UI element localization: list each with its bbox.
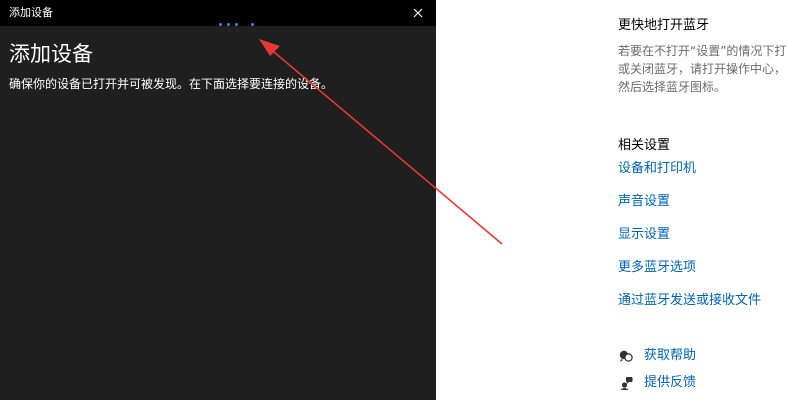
get-help-label: 获取帮助 <box>644 348 697 363</box>
bluetooth-file-transfer-link[interactable]: 通过蓝牙发送或接收文件 <box>618 292 761 310</box>
help-text-line: 或关闭蓝牙，请打开操作中心， <box>618 62 787 76</box>
sound-settings-link[interactable]: 声音设置 <box>618 193 670 211</box>
devices-and-printers-link[interactable]: 设备和打印机 <box>618 160 696 178</box>
close-icon <box>413 8 423 18</box>
dialog-description: 确保你的设备已打开并可被发现。在下面选择要连接的设备。 <box>9 77 334 91</box>
give-feedback-link[interactable]: 提供反馈 <box>618 374 696 392</box>
bluetooth-settings-sidebar: 更快地打开蓝牙 若要在不打开“设置”的情况下打 或关闭蓝牙，请打开操作中心， 然… <box>436 0 787 400</box>
more-bluetooth-options-link[interactable]: 更多蓝牙选项 <box>618 259 696 277</box>
loading-dot <box>251 23 254 26</box>
add-device-dialog: 添加设备 添加设备 确保你的设备已打开并可被发现。在下面选择要连接的设备。 <box>0 0 436 400</box>
give-feedback-label: 提供反馈 <box>644 375 697 390</box>
quick-bluetooth-help-text: 若要在不打开“设置”的情况下打 或关闭蓝牙，请打开操作中心， 然后选择蓝牙图标。 <box>618 42 787 96</box>
display-settings-link[interactable]: 显示设置 <box>618 226 670 244</box>
loading-dots-indicator <box>219 23 254 29</box>
get-help-link[interactable]: 获取帮助 <box>618 347 696 365</box>
help-chat-icon <box>618 348 634 364</box>
dialog-titlebar: 添加设备 <box>0 0 436 26</box>
loading-dot <box>227 23 230 26</box>
close-button[interactable] <box>408 3 428 23</box>
loading-dot <box>219 23 222 26</box>
feedback-icon <box>618 375 634 391</box>
loading-dot <box>235 23 238 26</box>
screenshot-root: 添加设备 添加设备 确保你的设备已打开并可被发现。在下面选择要连接的设备。 更快… <box>0 0 787 400</box>
dialog-title: 添加设备 <box>9 6 53 19</box>
help-text-line: 若要在不打开“设置”的情况下打 <box>618 44 787 58</box>
dialog-heading: 添加设备 <box>9 42 93 66</box>
help-text-line: 然后选择蓝牙图标。 <box>618 80 727 94</box>
quick-bluetooth-heading: 更快地打开蓝牙 <box>618 18 710 33</box>
related-settings-heading: 相关设置 <box>618 138 671 153</box>
